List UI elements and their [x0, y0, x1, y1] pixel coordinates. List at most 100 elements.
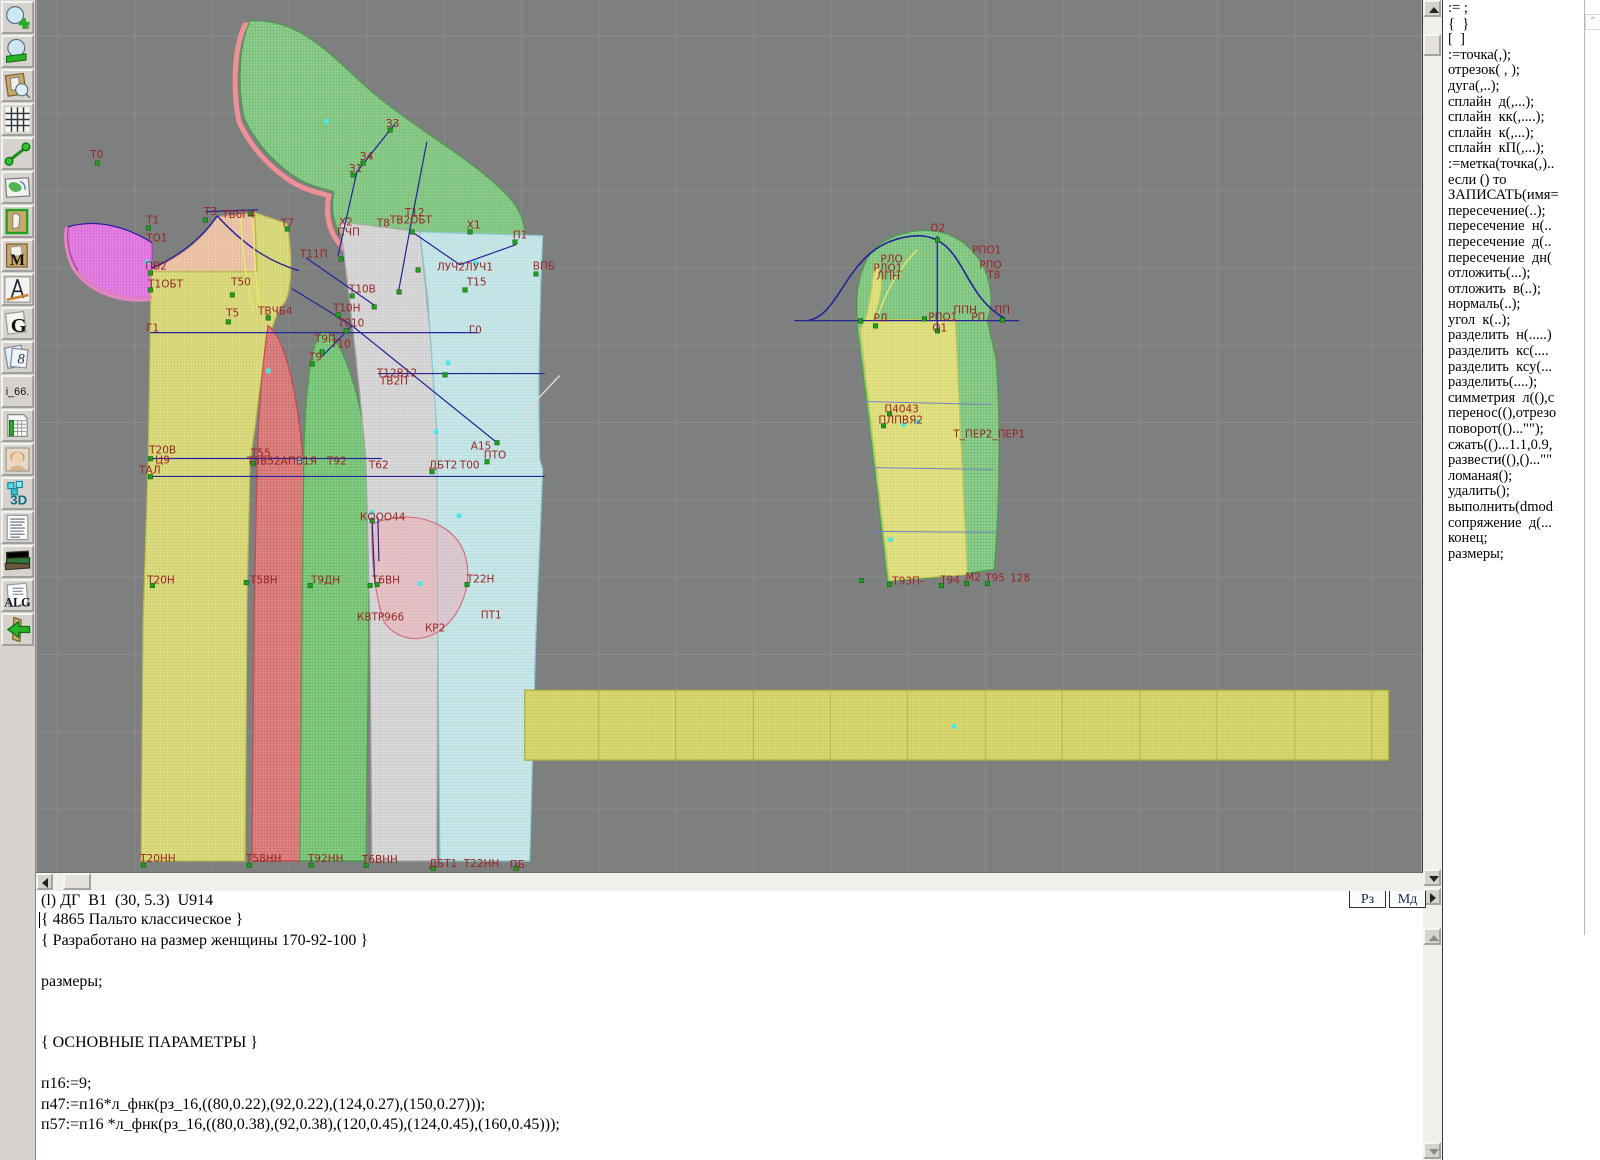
command-item[interactable]: разделить кс(....	[1443, 344, 1583, 360]
tool-grid-button[interactable]	[1, 103, 34, 136]
command-item[interactable]: пересечение(..);	[1443, 204, 1583, 220]
svg-text:ПП: ПП	[994, 305, 1010, 317]
command-item[interactable]: развести((),()...""	[1443, 453, 1583, 469]
command-item[interactable]: :=точка(,);	[1443, 48, 1583, 64]
command-item[interactable]: отрезок( , );	[1443, 63, 1583, 79]
command-item[interactable]: сплайн кП(,...);	[1443, 141, 1583, 157]
view-map-icon	[3, 173, 32, 202]
tool-measure-button[interactable]	[1, 137, 34, 170]
command-item[interactable]: выполнить(dmod	[1443, 500, 1583, 516]
command-item[interactable]: отложить(...);	[1443, 266, 1583, 282]
command-item[interactable]: разделить ксу(...	[1443, 360, 1583, 376]
command-item[interactable]: угол к(..);	[1443, 313, 1583, 329]
drafting-icon	[3, 275, 32, 304]
command-item[interactable]: удалить();	[1443, 484, 1583, 500]
svg-text:Т22Н: Т22Н	[466, 573, 495, 585]
svg-text:Т_ПЕР2_ПЕР1: Т_ПЕР2_ПЕР1	[952, 428, 1025, 440]
scroll-up-button[interactable]	[1423, 0, 1441, 17]
command-item[interactable]: отложить в(..);	[1443, 282, 1583, 298]
command-item[interactable]: конец;	[1443, 531, 1583, 547]
tool-books-button[interactable]	[1, 545, 34, 578]
command-item[interactable]: сплайн д(,...);	[1443, 95, 1583, 111]
command-item[interactable]: если () то	[1443, 173, 1583, 189]
tool-drafting-button[interactable]	[1, 273, 34, 306]
command-item[interactable]: поворот(()..."");	[1443, 422, 1583, 438]
tool-size-table-button[interactable]	[1, 409, 34, 442]
tool-alg-button[interactable]: ALG	[1, 579, 34, 612]
scroll-left-icon	[42, 878, 48, 888]
command-item[interactable]: { }	[1443, 17, 1583, 33]
command-item[interactable]: [ ]	[1443, 32, 1583, 48]
command-item[interactable]: пересечение дн(	[1443, 251, 1583, 267]
editor-line[interactable]: { ОСНОВНЫЕ ПАРАМЕТРЫ }	[41, 1033, 1423, 1054]
editor-scroll-up-button[interactable]	[1423, 928, 1441, 945]
tool-exit-button[interactable]	[1, 613, 34, 646]
editor-vertical-scrollbar[interactable]	[1423, 910, 1442, 1160]
scroll-left-button[interactable]	[36, 873, 53, 890]
command-item[interactable]: сжать(()...1.1,0.9,	[1443, 438, 1583, 454]
command-item[interactable]: сопряжение д(...	[1443, 516, 1583, 532]
canvas-horizontal-scrollbar[interactable]	[36, 873, 1423, 891]
tool-pattern-m-button[interactable]: M	[1, 239, 34, 272]
editor-line[interactable]	[41, 951, 1423, 972]
svg-text:РЛ: РЛ	[873, 313, 887, 325]
tool-pattern-frame-button[interactable]	[1, 205, 34, 238]
tool-zoom-sheet-button[interactable]	[1, 69, 34, 102]
drawing-canvas[interactable]: Т0З3З4З1Т3ТВ6Г4Т7Т1ТО1ПВ2Т1ОБТТ50Т5ТВЧБ4…	[36, 0, 1423, 873]
svg-text:Т6ВНН: Т6ВНН	[361, 854, 398, 866]
editor-line[interactable]: размеры;	[41, 972, 1423, 993]
command-item[interactable]: нормаль(..);	[1443, 297, 1583, 313]
alg-icon: ALG	[3, 581, 32, 610]
editor-scroll-down-button[interactable]	[1423, 1142, 1441, 1159]
editor-line[interactable]	[41, 1054, 1423, 1075]
editor-line[interactable]: { 4865 Пальто классическое }	[41, 910, 1423, 931]
command-item[interactable]: ломаная();	[1443, 469, 1583, 485]
md-button[interactable]: Мд	[1389, 891, 1426, 908]
threed-icon: 3D	[3, 479, 32, 508]
editor-line[interactable]: п16:=9;	[41, 1074, 1423, 1095]
tool-zoom-in-button[interactable]	[1, 1, 34, 34]
command-item[interactable]: разделить н(.....)	[1443, 328, 1583, 344]
command-item[interactable]: := ;	[1443, 1, 1583, 17]
size-table-icon	[3, 411, 32, 440]
svg-text:О2: О2	[930, 223, 945, 235]
scroll-down-button[interactable]	[1423, 869, 1441, 886]
tool-model-photo-button[interactable]	[1, 443, 34, 476]
command-item[interactable]: пересечение н(..	[1443, 219, 1583, 235]
canvas-hscroll-thumb[interactable]	[63, 873, 91, 890]
command-item[interactable]: ЗАПИСАТЬ(имя=	[1443, 188, 1583, 204]
command-item[interactable]: симметрия л((),с	[1443, 391, 1583, 407]
program-text-editor[interactable]: { 4865 Пальто классическое }{ Разработан…	[36, 910, 1423, 1160]
tool-text-doc-button[interactable]	[1, 511, 34, 544]
tool-view-map-button[interactable]	[1, 171, 34, 204]
canvas-vscroll-thumb[interactable]	[1423, 34, 1441, 56]
command-item[interactable]: дуга(,..);	[1443, 79, 1583, 95]
editor-scroll-down-icon	[1429, 1149, 1439, 1155]
command-item[interactable]: сплайн к(,...);	[1443, 126, 1583, 142]
command-item[interactable]: перенос((),отрезо	[1443, 406, 1583, 422]
editor-line[interactable]: п57:=п16 *л_фнк(рз_16,((80,0.38),(92,0.3…	[41, 1115, 1423, 1136]
editor-line[interactable]	[41, 992, 1423, 1013]
tool-ruler-8-button[interactable]: 8	[1, 341, 34, 374]
editor-line[interactable]	[41, 1013, 1423, 1034]
canvas-vertical-scrollbar[interactable]	[1423, 0, 1442, 910]
svg-text:Х1: Х1	[467, 220, 481, 232]
piece-strip-green[interactable]	[300, 331, 370, 861]
command-item[interactable]: сплайн кк(,....);	[1443, 110, 1583, 126]
command-item[interactable]: размеры;	[1443, 547, 1583, 563]
command-item[interactable]: разделить(....);	[1443, 375, 1583, 391]
command-item[interactable]: пересечение д(..	[1443, 235, 1583, 251]
command-item[interactable]: :=метка(точка(,)..	[1443, 157, 1583, 173]
editor-line[interactable]: { Разработано на размер женщины 170-92-1…	[41, 931, 1423, 952]
editor-line[interactable]: п47:=п16*л_фнк(рз_16,((80,0.22),(92,0.22…	[41, 1095, 1423, 1116]
tool-threed-button[interactable]: 3D	[1, 477, 34, 510]
tool-zoom-out-button[interactable]	[1, 35, 34, 68]
tool-i66-button[interactable]: i_66.	[1, 375, 34, 408]
tool-g-doc-button[interactable]: G	[1, 307, 34, 340]
svg-text:З3: З3	[386, 118, 399, 130]
command-scroll-up-button[interactable]: ⌃	[1585, 14, 1600, 30]
rz-button[interactable]: Рз	[1349, 891, 1386, 908]
svg-text:ДБТ2: ДБТ2	[429, 459, 457, 471]
command-panel-divider	[1584, 0, 1585, 935]
svg-text:G: G	[11, 315, 27, 337]
